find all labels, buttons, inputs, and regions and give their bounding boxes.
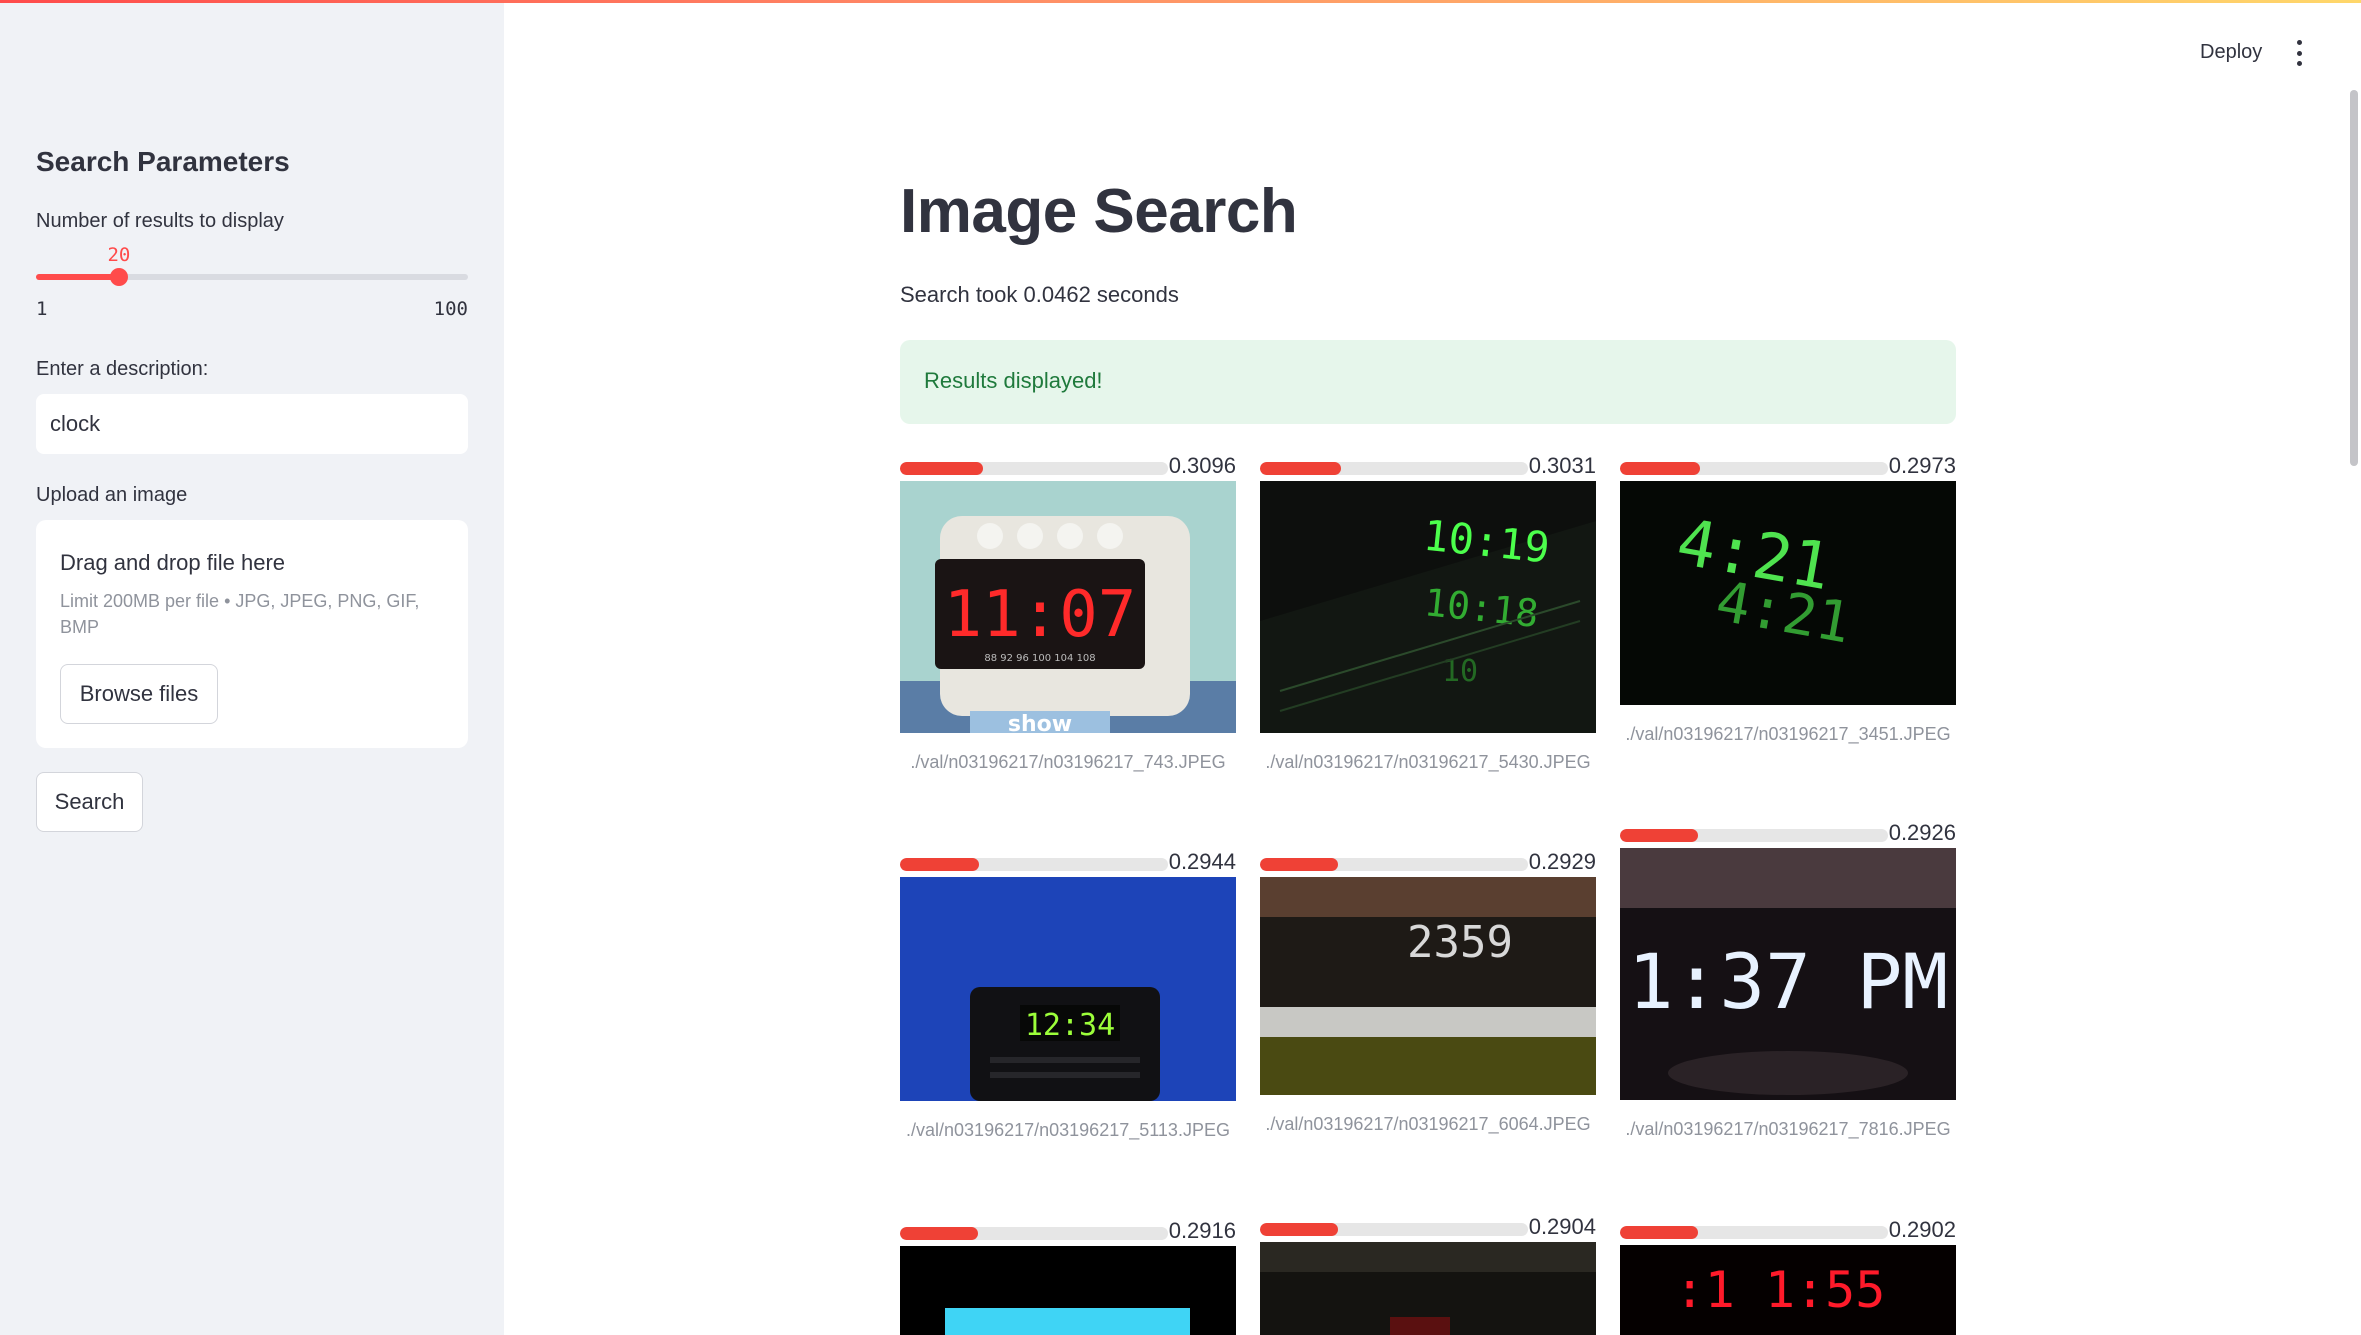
search-time-text: Search took 0.0462 seconds bbox=[900, 282, 1179, 307]
score-progress: 0.2916 bbox=[900, 1218, 1236, 1246]
result-image: 10:19 10:18 10 bbox=[1260, 481, 1596, 733]
score-bar-fill bbox=[1620, 1226, 1698, 1239]
score-bar-fill bbox=[900, 858, 979, 871]
result-image bbox=[900, 1246, 1236, 1335]
result-image: 12:34 bbox=[900, 877, 1236, 1101]
score-value: 0.3031 bbox=[1528, 453, 1596, 478]
score-bar-fill bbox=[1620, 829, 1699, 842]
result-image: 2359 bbox=[1260, 877, 1596, 1095]
result-path: ./val/n03196217/n03196217_6064.JPEG bbox=[1265, 1114, 1591, 1134]
score-progress: 0.3031 bbox=[1260, 453, 1596, 481]
score-progress: 0.2944 bbox=[900, 849, 1236, 877]
slider-current-value: 20 bbox=[107, 244, 131, 266]
svg-text:12:34: 12:34 bbox=[1025, 1008, 1115, 1043]
scrollbar-thumb[interactable] bbox=[2350, 90, 2358, 466]
result-card: 0.2926 1:37 PM ./val/n03196217/n03196217… bbox=[1620, 820, 1956, 1190]
result-card: 0.2929 2359 ./val/n03196217/n03196217_60… bbox=[1260, 849, 1596, 1189]
score-value: 0.2904 bbox=[1528, 1214, 1596, 1239]
slider-track[interactable] bbox=[36, 268, 468, 286]
result-image: 1:37 PM bbox=[1620, 848, 1956, 1100]
browse-files-button[interactable]: Browse files bbox=[60, 664, 218, 724]
upload-label: Upload an image bbox=[36, 484, 188, 506]
slider-thumb[interactable] bbox=[109, 268, 128, 286]
result-card: 0.2916 bbox=[900, 1218, 1236, 1335]
score-value: 0.2929 bbox=[1528, 849, 1596, 874]
result-image: 4:21 4:21 bbox=[1620, 481, 1956, 705]
score-value: 0.2902 bbox=[1888, 1217, 1956, 1242]
results-count-slider[interactable]: 20 1 100 bbox=[36, 244, 468, 324]
svg-text:show: show bbox=[1008, 712, 1072, 733]
result-card: 0.3031 10:19 10:18 10 ./val/n03196217/n0… bbox=[1260, 453, 1596, 823]
page-title: Image Search bbox=[900, 177, 1298, 246]
result-card: 0.3096 11:07 88 92 96 100 104 108 show .… bbox=[900, 453, 1236, 823]
score-value: 0.2973 bbox=[1888, 453, 1956, 478]
result-card: 0.2944 12:34 ./val/n03196217/n03196217_5… bbox=[900, 849, 1236, 1189]
description-label: Enter a description: bbox=[36, 358, 209, 380]
score-value: 0.2926 bbox=[1888, 820, 1956, 845]
score-bar-fill bbox=[900, 1227, 979, 1240]
svg-text:10: 10 bbox=[1442, 654, 1478, 689]
search-button[interactable]: Search bbox=[36, 772, 143, 832]
result-path: ./val/n03196217/n03196217_5113.JPEG bbox=[906, 1120, 1230, 1140]
score-bar-fill bbox=[1620, 462, 1700, 475]
score-progress: 0.2929 bbox=[1260, 849, 1596, 877]
result-path: ./val/n03196217/n03196217_7816.JPEG bbox=[1625, 1119, 1951, 1139]
dropzone-title: Drag and drop file here bbox=[60, 550, 286, 575]
result-image: 11:07 88 92 96 100 104 108 show bbox=[900, 481, 1236, 733]
svg-text:11:07: 11:07 bbox=[944, 578, 1137, 652]
result-image bbox=[1260, 1242, 1596, 1335]
top-decoration-bar bbox=[0, 0, 2361, 3]
svg-text:88 92 96 100 104 108: 88 92 96 100 104 108 bbox=[984, 653, 1095, 664]
result-path: ./val/n03196217/n03196217_3451.JPEG bbox=[1625, 724, 1951, 744]
slider-min-label: 1 bbox=[36, 298, 48, 320]
svg-text:2359: 2359 bbox=[1407, 917, 1513, 968]
result-image: :1 1:55 bbox=[1620, 1245, 1956, 1335]
score-progress: 0.2904 bbox=[1260, 1214, 1596, 1242]
file-dropzone[interactable]: Drag and drop file here Limit 200MB per … bbox=[36, 520, 468, 748]
deploy-button[interactable]: Deploy bbox=[2200, 41, 2262, 64]
slider-label: Number of results to display bbox=[36, 210, 284, 232]
score-progress: 0.2973 bbox=[1620, 453, 1956, 481]
result-card: 0.2973 4:21 4:21 ./val/n03196217/n031962… bbox=[1620, 453, 1956, 793]
result-path: ./val/n03196217/n03196217_743.JPEG bbox=[910, 752, 1226, 772]
score-progress: 0.2902 bbox=[1620, 1217, 1956, 1245]
success-alert-text: Results displayed! bbox=[924, 368, 1103, 393]
score-value: 0.3096 bbox=[1168, 453, 1236, 478]
description-input[interactable] bbox=[36, 394, 468, 454]
result-card: 0.2904 bbox=[1260, 1214, 1596, 1335]
more-vertical-icon[interactable] bbox=[2294, 40, 2304, 66]
svg-text:1:37 PM: 1:37 PM bbox=[1628, 937, 1948, 1026]
result-path: ./val/n03196217/n03196217_5430.JPEG bbox=[1265, 752, 1591, 772]
score-bar-fill bbox=[1260, 858, 1339, 871]
score-progress: 0.3096 bbox=[900, 453, 1236, 481]
slider-max-label: 100 bbox=[433, 298, 468, 320]
result-card: 0.2902 :1 1:55 bbox=[1620, 1217, 1956, 1335]
sidebar-title: Search Parameters bbox=[36, 146, 290, 177]
score-value: 0.2944 bbox=[1168, 849, 1236, 874]
svg-text::1 1:55: :1 1:55 bbox=[1675, 1261, 1886, 1319]
score-bar-fill bbox=[1260, 462, 1342, 475]
dropzone-limit-note: Limit 200MB per file • JPG, JPEG, PNG, G… bbox=[60, 591, 420, 637]
score-bar-fill bbox=[1260, 1223, 1338, 1236]
sidebar: Search Parameters Number of results to d… bbox=[0, 0, 504, 1335]
success-alert: Results displayed! bbox=[900, 340, 1956, 424]
score-bar-fill bbox=[900, 462, 983, 475]
score-value: 0.2916 bbox=[1168, 1218, 1236, 1243]
score-progress: 0.2926 bbox=[1620, 820, 1956, 848]
slider-fill bbox=[36, 274, 119, 280]
